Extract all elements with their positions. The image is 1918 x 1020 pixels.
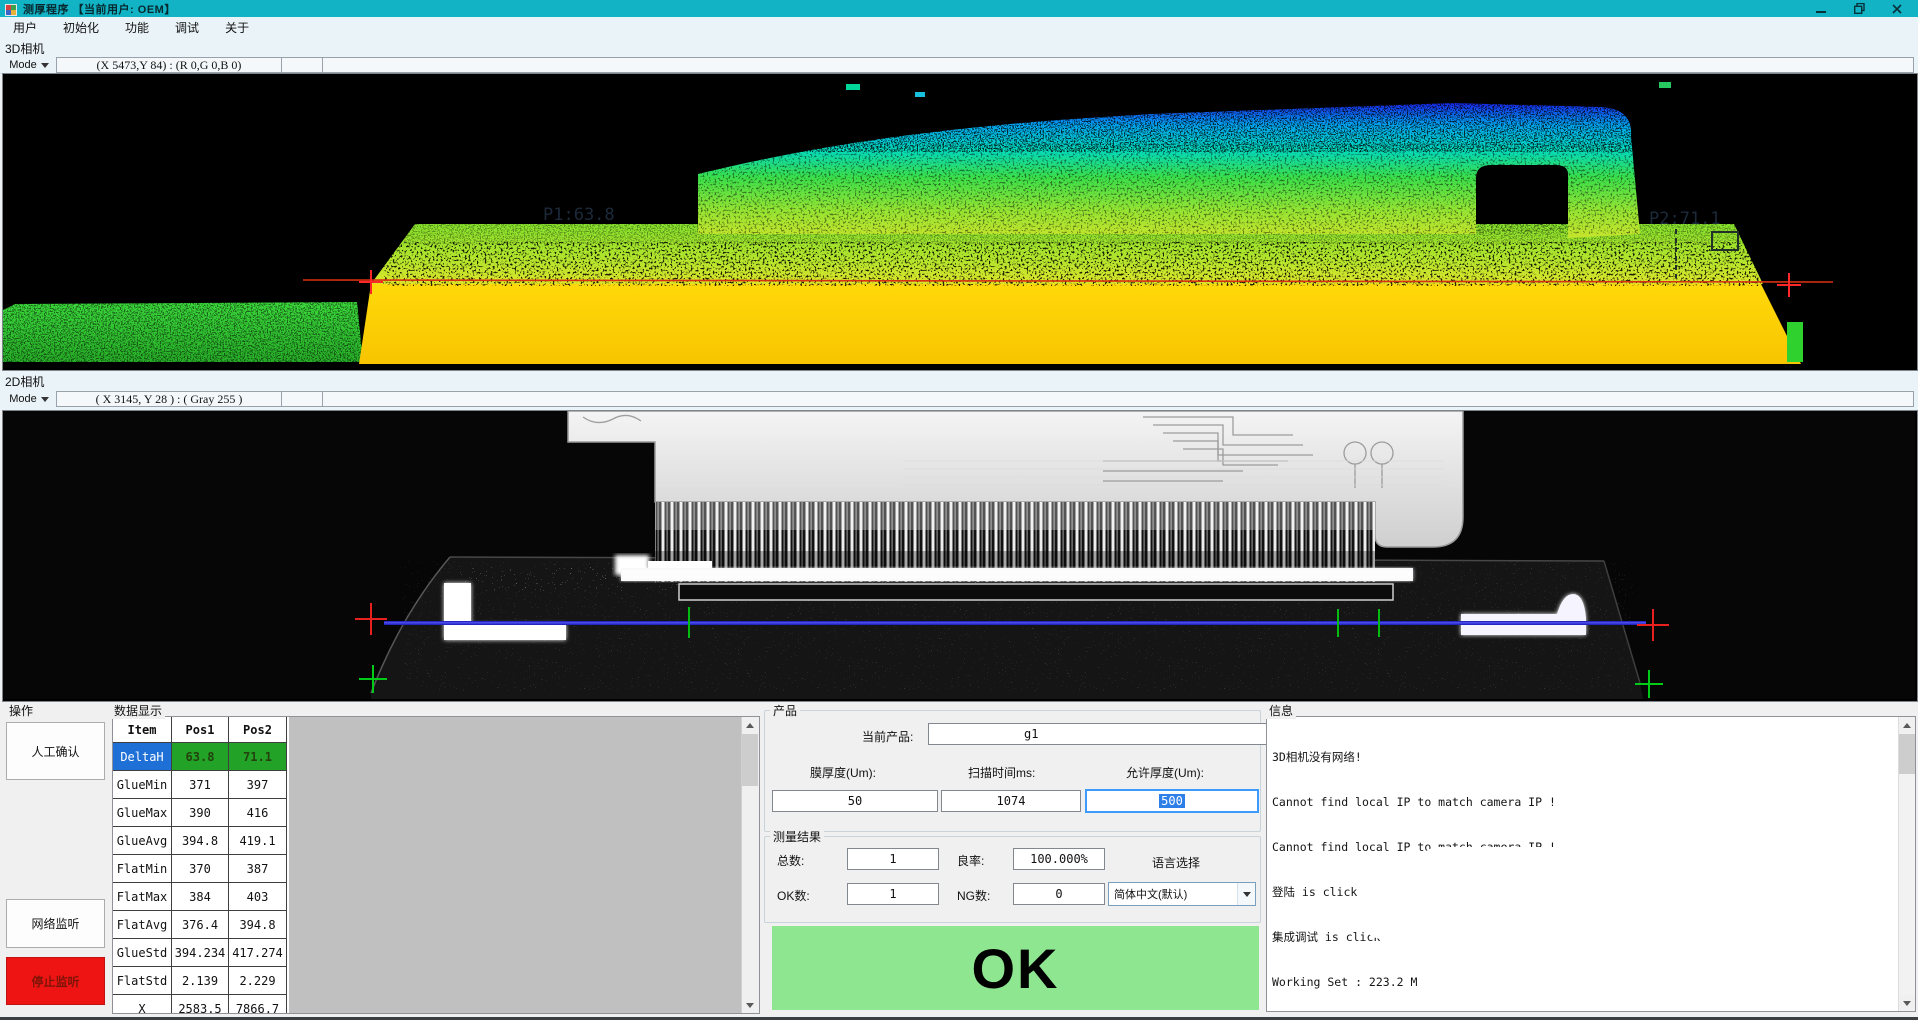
menu-debug[interactable]: 调试 (162, 17, 212, 38)
bottom-panel: 操作 人工确认 网络监听 停止监听 数据显示 Item Pos1 Pos2 De… (0, 702, 1918, 1017)
maximize-icon (1854, 3, 1865, 14)
scroll-down-icon[interactable] (1899, 995, 1915, 1011)
col-item: Item (113, 717, 172, 743)
table-row[interactable]: FlatStd 2.139 2.229 (113, 967, 289, 995)
film-thickness-label: 膜厚度(Um): (810, 764, 876, 781)
network-listen-button[interactable]: 网络监听 (6, 899, 105, 948)
table-row[interactable]: X 2583.5 7866.7 (113, 995, 289, 1014)
window-title: 测厚程序 【当前用户: OEM】 (23, 1, 176, 17)
menu-user[interactable]: 用户 (0, 17, 50, 38)
language-dropdown[interactable]: 简体中文(默认) (1108, 882, 1256, 906)
data-table: Item Pos1 Pos2 DeltaH 63.8 71.1 GlueMin … (112, 716, 760, 1014)
info-log[interactable]: 3D相机没有网络! Cannot find local IP to match … (1266, 716, 1916, 1012)
app-window: 测厚程序 【当前用户: OEM】 用户 初始化 功能 调试 关于 3D相机 Mo… (0, 0, 1918, 1020)
stop-listen-button[interactable]: 停止监听 (6, 957, 105, 1005)
camera3d-status-box3 (323, 57, 1914, 73)
minimize-button[interactable] (1802, 0, 1840, 17)
maximize-button[interactable] (1840, 0, 1878, 17)
camera3d-status-box: (X 5473,Y 84) : (R 0,G 0,B 0) (56, 57, 282, 73)
redaction-patch (1362, 895, 1512, 939)
col-pos2: Pos2 (229, 717, 287, 743)
redaction-patch (1417, 847, 1637, 893)
title-bar: 测厚程序 【当前用户: OEM】 (0, 0, 1918, 17)
col-pos1: Pos1 (172, 717, 229, 743)
camera2d-status-box3 (323, 391, 1914, 407)
language-select-label: 语言选择 (1152, 854, 1200, 871)
menu-init[interactable]: 初始化 (50, 17, 112, 38)
camera3d-mode-button[interactable]: Mode (2, 57, 56, 73)
current-product-label: 当前产品: (862, 728, 913, 745)
camera2d-chrome: 2D相机 Mode ( X 3145, Y 28 ) : ( Gray 255 … (0, 371, 1918, 410)
glue-slot (679, 584, 1393, 600)
menu-about[interactable]: 关于 (212, 17, 262, 38)
camera2d-mode-button[interactable]: Mode (2, 391, 56, 407)
yield-input[interactable]: 100.000% (1013, 848, 1105, 870)
scrollbar-thumb[interactable] (742, 734, 758, 786)
table-row[interactable]: FlatMin 370 387 (113, 855, 289, 883)
allow-thickness-label: 允许厚度(Um): (1126, 764, 1204, 781)
allow-thickness-input[interactable]: 500 (1085, 789, 1259, 813)
camera2d-view[interactable] (2, 410, 1918, 702)
table-header-row: Item Pos1 Pos2 (113, 717, 289, 743)
result-label: 测量结果 (770, 828, 824, 845)
app-icon (5, 3, 17, 15)
scan-time-input[interactable]: 1074 (941, 790, 1081, 812)
table-row[interactable]: GlueStd 394.234 417.274 (113, 939, 289, 967)
table-row[interactable]: GlueAvg 394.8 419.1 (113, 827, 289, 855)
camera3d-label: 3D相机 (5, 40, 44, 57)
result-status-banner: OK (772, 926, 1259, 1010)
camera3d-status-box2 (282, 57, 323, 73)
chevron-down-icon (41, 63, 49, 68)
table-scrollbar[interactable] (741, 717, 759, 1013)
scan-time-label: 扫描时间ms: (968, 764, 1035, 781)
table-row[interactable]: GlueMin 371 397 (113, 771, 289, 799)
2d-grayscale-image (3, 411, 1915, 699)
manual-confirm-button[interactable]: 人工确认 (6, 722, 105, 780)
table-row[interactable]: DeltaH 63.8 71.1 (113, 743, 289, 771)
yield-label: 良率: (957, 852, 984, 869)
p2-measurement-label: P2:71.1 (1649, 209, 1721, 229)
total-input[interactable]: 1 (847, 848, 939, 870)
camera2d-mode-row: Mode ( X 3145, Y 28 ) : ( Gray 255 ) (2, 391, 1914, 407)
film-thickness-input[interactable]: 50 (772, 790, 938, 812)
product-label: 产品 (770, 702, 800, 719)
info-scrollbar[interactable] (1898, 717, 1915, 1011)
data-display-label: 数据显示 (111, 702, 165, 719)
menu-function[interactable]: 功能 (112, 17, 162, 38)
close-icon (1892, 4, 1902, 14)
minimize-icon (1816, 4, 1826, 14)
scroll-up-icon[interactable] (1899, 717, 1915, 733)
ng-count-label: NG数: (957, 887, 990, 904)
menu-chrome: 用户 初始化 功能 调试 关于 3D相机 Mode (X 5473,Y 84) … (0, 17, 1918, 74)
camera2d-status-box: ( X 3145, Y 28 ) : ( Gray 255 ) (56, 391, 282, 407)
table-row[interactable]: FlatMax 384 403 (113, 883, 289, 911)
scroll-down-icon[interactable] (742, 997, 758, 1013)
camera3d-mode-row: Mode (X 5473,Y 84) : (R 0,G 0,B 0) (2, 57, 1914, 73)
scrollbar-thumb[interactable] (1899, 734, 1915, 774)
close-button[interactable] (1878, 0, 1916, 17)
p1-measurement-label: P1:63.8 (543, 205, 615, 225)
total-label: 总数: (777, 852, 804, 869)
ng-count-input[interactable]: 0 (1013, 883, 1105, 905)
info-label: 信息 (1266, 702, 1296, 719)
camera3d-view[interactable]: P1:63.8 P2:71.1 (2, 73, 1918, 371)
camera2d-status-box2 (282, 391, 323, 407)
ok-count-input[interactable]: 1 (847, 883, 939, 905)
camera2d-label: 2D相机 (5, 373, 44, 390)
menu-bar: 用户 初始化 功能 调试 关于 (0, 17, 262, 38)
3d-heightmap-image: P1:63.8 P2:71.1 (3, 74, 1915, 368)
chevron-down-icon (41, 397, 49, 402)
scroll-up-icon[interactable] (742, 717, 758, 733)
ok-count-label: OK数: (777, 887, 810, 904)
chevron-down-icon (1243, 892, 1251, 897)
operations-label: 操作 (6, 702, 36, 719)
table-row[interactable]: FlatAvg 376.4 394.8 (113, 911, 289, 939)
table-row[interactable]: GlueMax 390 416 (113, 799, 289, 827)
